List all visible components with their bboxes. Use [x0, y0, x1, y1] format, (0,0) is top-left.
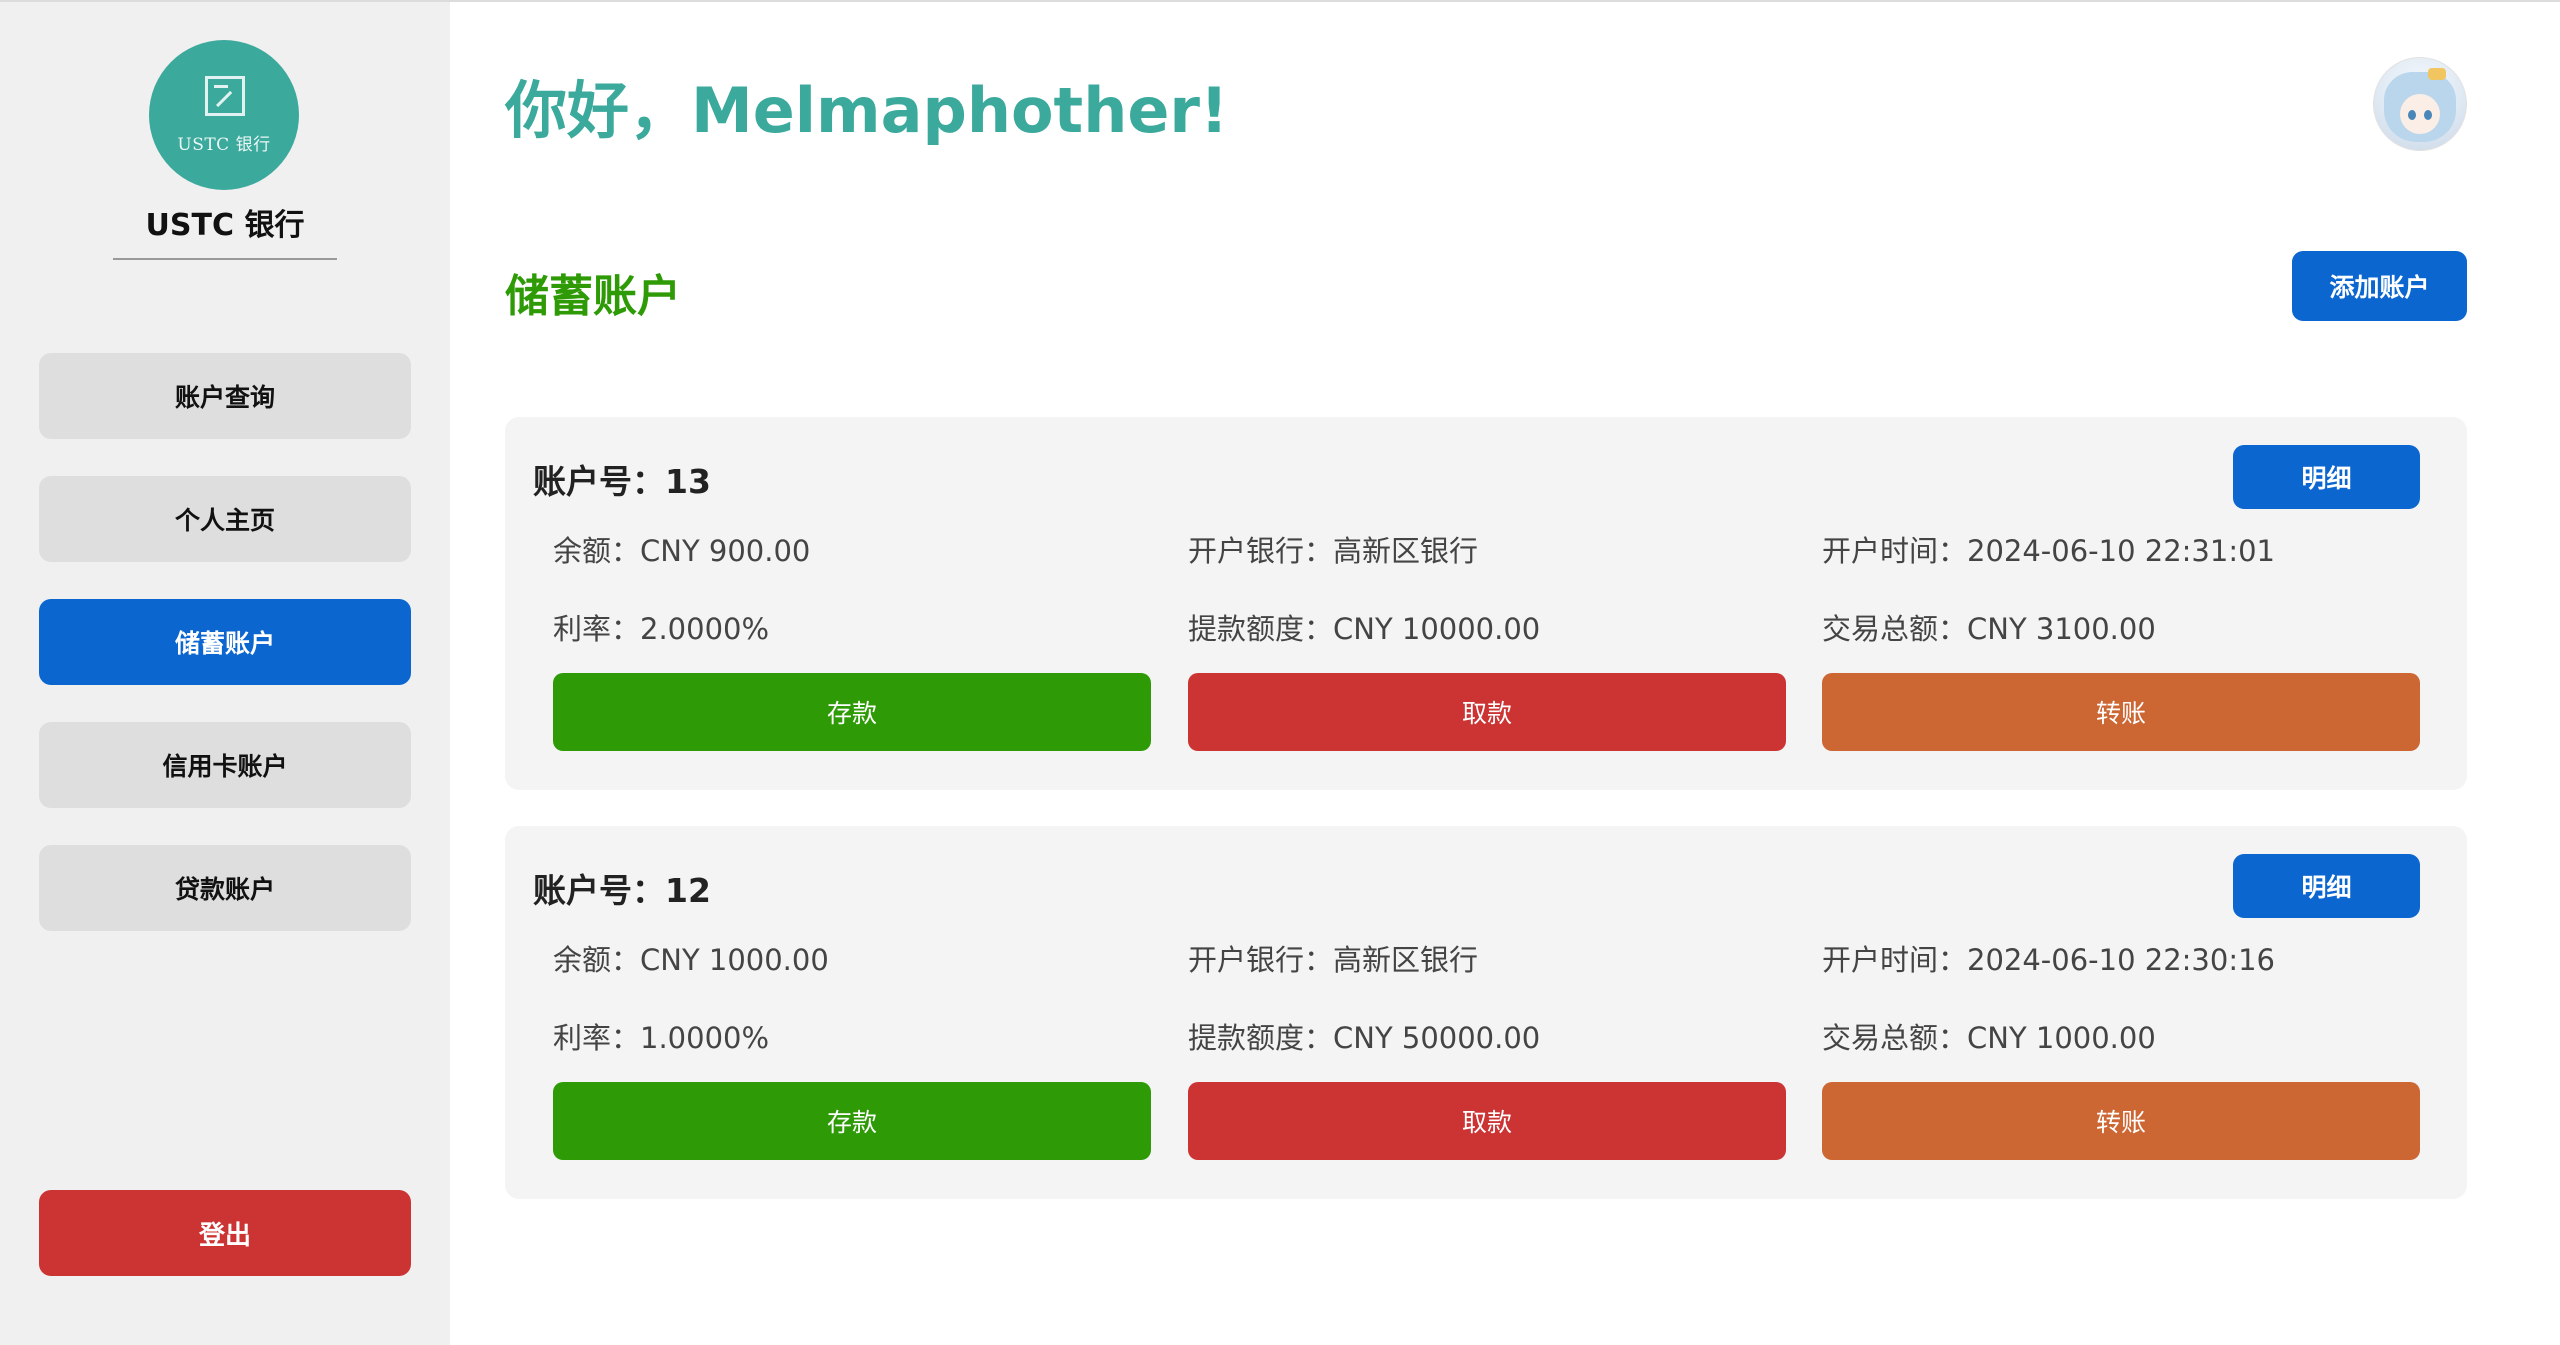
nav-savings-account[interactable]: 储蓄账户	[39, 599, 411, 685]
account-balance: 余额：CNY 900.00	[553, 534, 811, 568]
nav-account-query[interactable]: 账户查询	[39, 353, 411, 439]
account-interest-rate: 利率：2.0000%	[553, 612, 770, 646]
transfer-button[interactable]: 转账	[1822, 1082, 2420, 1160]
deposit-button[interactable]: 存款	[553, 1082, 1151, 1160]
nav-credit-card-account[interactable]: 信用卡账户	[39, 722, 411, 808]
account-number: 账户号：13	[533, 462, 711, 501]
account-bank: 开户银行：高新区银行	[1188, 534, 1479, 568]
account-open-time: 开户时间：2024-06-10 22:30:16	[1822, 943, 2275, 977]
section-title: 储蓄账户	[505, 271, 681, 322]
withdraw-button[interactable]: 取款	[1188, 673, 1786, 751]
greeting-title: 你好，Melmaphother!	[505, 74, 1229, 147]
nav-profile[interactable]: 个人主页	[39, 476, 411, 562]
account-open-time: 开户时间：2024-06-10 22:31:01	[1822, 534, 2275, 568]
account-withdraw-limit: 提款额度：CNY 10000.00	[1188, 612, 1541, 646]
app-window: USTC 银行 USTC 银行 账户查询 个人主页 储蓄账户 信用卡账户 贷款账…	[0, 0, 2560, 1345]
logo-emblem-icon	[205, 76, 245, 116]
bank-logo-icon: USTC 银行	[149, 40, 299, 190]
account-withdraw-limit: 提款额度：CNY 50000.00	[1188, 1021, 1541, 1055]
avatar-face	[2400, 94, 2440, 134]
details-button[interactable]: 明细	[2233, 445, 2420, 509]
deposit-button[interactable]: 存款	[553, 673, 1151, 751]
brand-name: USTC 银行	[145, 208, 305, 243]
details-button[interactable]: 明细	[2233, 854, 2420, 918]
account-bank: 开户银行：高新区银行	[1188, 943, 1479, 977]
logout-button[interactable]: 登出	[39, 1190, 411, 1276]
account-number: 账户号：12	[533, 871, 711, 910]
avatar-eye-right	[2424, 110, 2432, 120]
account-card: 账户号：12 明细 余额：CNY 1000.00 开户银行：高新区银行 开户时间…	[505, 826, 2467, 1199]
account-card: 账户号：13 明细 余额：CNY 900.00 开户银行：高新区银行 开户时间：…	[505, 417, 2467, 790]
add-account-button[interactable]: 添加账户	[2292, 251, 2467, 321]
avatar-hair-ornament	[2428, 68, 2446, 80]
nav-loan-account[interactable]: 贷款账户	[39, 845, 411, 931]
logo-text: USTC 银行	[177, 135, 271, 155]
account-balance: 余额：CNY 1000.00	[553, 943, 829, 977]
avatar-eye-left	[2408, 110, 2416, 120]
transfer-button[interactable]: 转账	[1822, 673, 2420, 751]
account-interest-rate: 利率：1.0000%	[553, 1021, 770, 1055]
account-transaction-total: 交易总额：CNY 3100.00	[1822, 612, 2156, 646]
withdraw-button[interactable]: 取款	[1188, 1082, 1786, 1160]
user-avatar[interactable]	[2373, 57, 2467, 151]
account-transaction-total: 交易总额：CNY 1000.00	[1822, 1021, 2156, 1055]
sidebar: USTC 银行 USTC 银行 账户查询 个人主页 储蓄账户 信用卡账户 贷款账…	[0, 2, 450, 1345]
brand-divider	[113, 258, 337, 260]
